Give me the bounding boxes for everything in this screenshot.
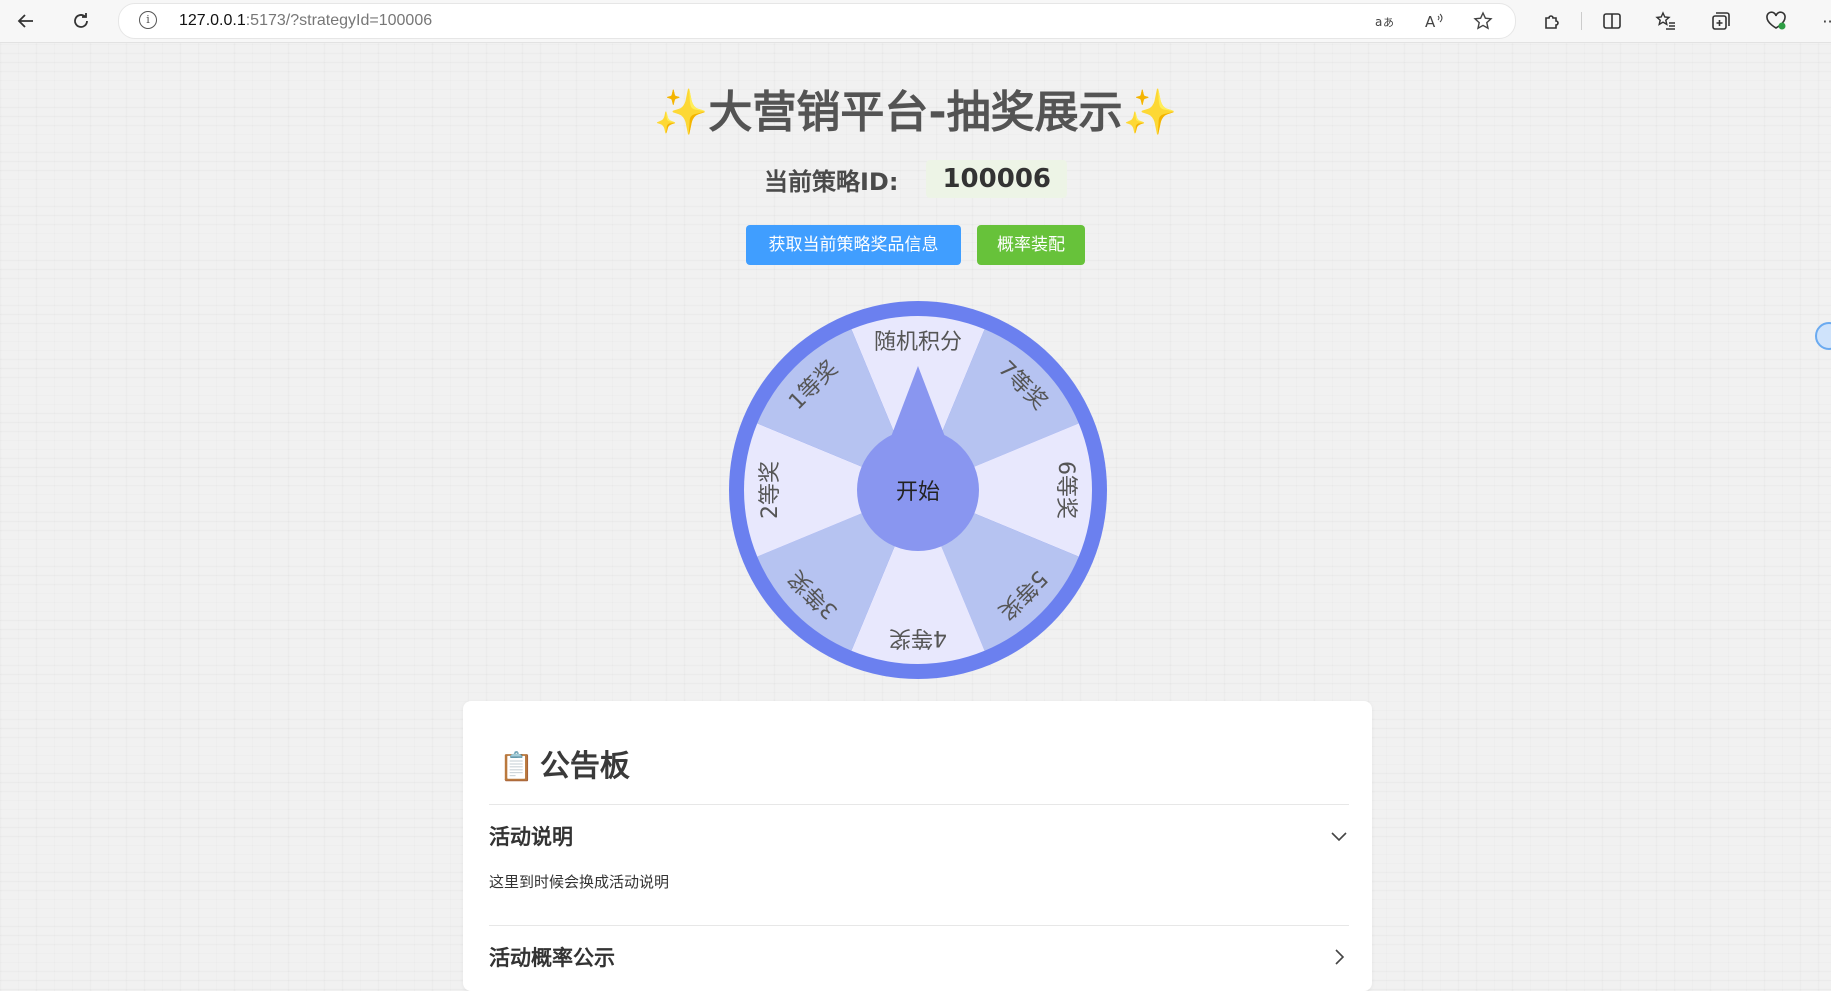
- svg-text:a: a: [1375, 15, 1382, 29]
- collapse-item-activity-description: 活动说明 这里到时候会换成活动说明: [489, 804, 1349, 892]
- browser-essentials-icon[interactable]: [1761, 6, 1791, 36]
- bulletin-title-text: 公告板: [539, 749, 630, 784]
- back-icon[interactable]: [11, 6, 41, 36]
- wheel-prize-label: 6等奖: [1053, 461, 1078, 519]
- strategy-id-value: 100006: [926, 160, 1067, 198]
- strategy-id-label: 当前策略ID:: [764, 167, 899, 196]
- browser-toolbar: i 127.0.0.1:5173/?strategyId=100006 aあ A…: [0, 0, 1831, 43]
- chevron-down-icon: [1329, 826, 1349, 846]
- extensions-icon[interactable]: [1537, 6, 1567, 36]
- address-bar[interactable]: i 127.0.0.1:5173/?strategyId=100006 aあ A: [118, 3, 1516, 39]
- svg-text:あ: あ: [1383, 16, 1394, 29]
- wheel-prize-label: 4等奖: [889, 625, 947, 650]
- svg-text:A: A: [1425, 13, 1436, 30]
- get-prize-info-button[interactable]: 获取当前策略奖品信息: [746, 225, 961, 265]
- wheel-prize-label: 随机积分: [874, 330, 962, 355]
- lucky-wheel-svg: 随机积分7等奖6等奖5等奖4等奖3等奖2等奖1等奖开始: [729, 301, 1107, 679]
- more-menu-icon[interactable]: ···: [1815, 6, 1831, 36]
- split-screen-icon[interactable]: [1597, 6, 1627, 36]
- collections-icon[interactable]: [1706, 6, 1736, 36]
- collapse-title: 活动概率公示: [489, 946, 615, 970]
- probability-assemble-button[interactable]: 概率装配: [977, 225, 1085, 265]
- url-path: :5173/?strategyId=100006: [245, 12, 433, 29]
- refresh-icon[interactable]: [66, 6, 96, 36]
- favorite-star-icon[interactable]: [1470, 8, 1496, 34]
- url-host: 127.0.0.1: [179, 12, 246, 29]
- lucky-wheel[interactable]: 随机积分 7等奖 6等奖 5等奖 4等奖 3等奖 2等奖 1等奖 开始: [729, 301, 1107, 679]
- clipboard-icon: 📋: [499, 750, 534, 783]
- read-aloud-icon[interactable]: A: [1421, 8, 1447, 34]
- collapse-content: 这里到时候会换成活动说明: [489, 873, 670, 891]
- wheel-start-label: 开始: [896, 480, 940, 505]
- collapse-header-probability-disclosure[interactable]: 活动概率公示: [489, 926, 1349, 988]
- translate-icon[interactable]: aあ: [1372, 8, 1398, 34]
- strategy-id-row: 当前策略ID: 100006: [0, 160, 1831, 198]
- collapse-item-probability-disclosure: 活动概率公示: [489, 925, 1349, 988]
- toolbar-separator: [1581, 12, 1582, 30]
- collapse-title: 活动说明: [489, 825, 573, 849]
- wheel-prize-label: 2等奖: [758, 461, 783, 519]
- action-buttons: 获取当前策略奖品信息 概率装配: [0, 225, 1831, 265]
- page-title: ✨大营销平台-抽奖展示✨: [653, 87, 1178, 138]
- collapse-header-activity-description[interactable]: 活动说明: [489, 805, 1349, 867]
- bulletin-title: 📋 公告板: [499, 741, 630, 785]
- url-text[interactable]: 127.0.0.1:5173/?strategyId=100006: [179, 12, 432, 30]
- side-assistant-icon[interactable]: [1815, 322, 1831, 350]
- chevron-right-icon: [1329, 947, 1349, 967]
- favorites-list-icon[interactable]: [1651, 6, 1681, 36]
- bulletin-board: 📋 公告板 活动说明 这里到时候会换成活动说明 活动概率公示: [463, 701, 1372, 991]
- site-info-icon[interactable]: i: [139, 11, 157, 29]
